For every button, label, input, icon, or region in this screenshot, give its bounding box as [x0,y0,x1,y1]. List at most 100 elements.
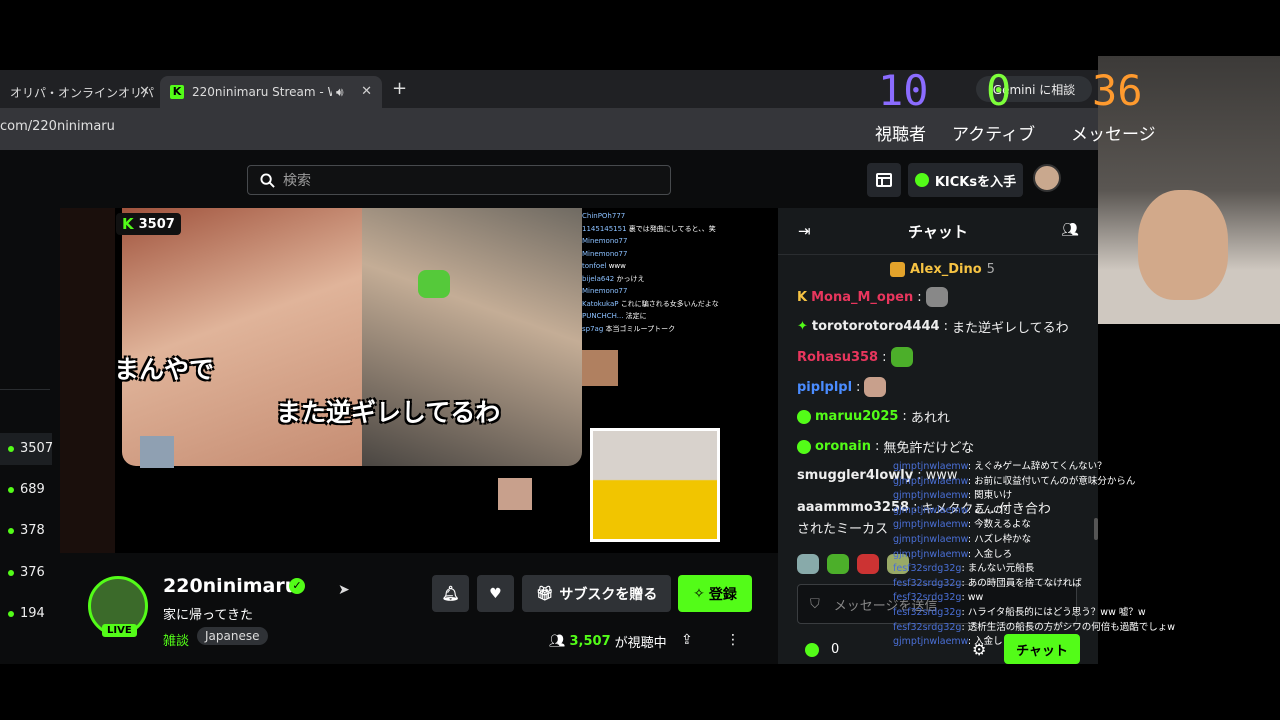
frog-emote-icon [890,347,913,367]
kicks-count: 0 [831,642,840,657]
live-dot-icon [8,527,14,534]
get-kicks-button[interactable]: KICKsを入手 [908,163,1023,197]
chat-username[interactable]: Mona_M_open [811,290,913,305]
overlay-chat-line: Minemono77 [582,237,628,245]
sidebar-channel-viewers[interactable]: 689 [8,482,45,497]
live-viewer-count: 3507 [138,216,175,232]
verified-badge-icon: ✓ [289,578,305,594]
chat-text: また逆ギレしてるわ [951,321,1069,336]
overlay-chat-line: Minemono77 [582,287,628,295]
overlay-comment: gjmptjnwlaemw: お前に収益付いてんのが意味分からん [893,475,1136,487]
chat-username[interactable]: Rohasu358 [797,350,878,365]
sidebar-channel-viewers[interactable]: 376 [8,565,45,580]
stat-viewers-value: 10 [878,66,929,115]
streamer-face [1138,190,1228,300]
speaker-icon[interactable]: 🔊︎ [336,85,344,100]
pinned-gifter: Alex_Dino 5 [890,262,995,277]
chat-users-icon[interactable]: 👥︎ [1061,222,1079,238]
sparkle-icon: ✧ [693,585,705,602]
address-bar[interactable]: com/220ninimaru [0,108,1098,150]
stat-messages-label: メッセージ [1071,125,1156,145]
stream-overlay-chat: ChinPOh777 1145145151 裏では発曲にしてると、、笑 Mine… [582,210,726,335]
search-icon [260,172,275,188]
notification-bell-button[interactable]: 🔔︎ [432,575,469,612]
sub-badge-icon [797,439,811,454]
viewer-count: 3507 [20,441,54,456]
gift-subscription-button[interactable]: 🎁︎ サブスクを贈る [522,575,671,612]
live-dot-icon [8,569,14,576]
sidebar-channel-viewers[interactable]: 3507 [8,441,53,456]
user-avatar[interactable] [1033,164,1061,192]
live-badge: LIVE [102,624,137,637]
shield-icon: ⛉ [810,596,820,612]
viewer-count-value: 3,507 [569,634,611,649]
face-emote-icon [864,377,887,397]
chat-message: Rohasu358: [797,347,913,367]
overlay-comment: gjmptjnwlaemw: 入金しろ [893,548,1013,560]
viewer-count: 689 [20,482,45,497]
overlay-comment: fesf32srdg32g: 透析生活の船長の方がシワの何倍も過酷でしょw [893,621,1175,633]
close-tab-icon[interactable]: ✕ [361,84,372,99]
pinned-user[interactable]: Alex_Dino [910,262,982,277]
overlay-chat-line: sp7ag 本当ゴミループトーク [582,324,676,333]
browser-tab-oripa[interactable]: オリパ・オンラインオリパ ✕ [0,76,160,108]
overlay-chat-line: Minemono77 [582,249,628,258]
search-input[interactable]: 検索 [247,165,671,195]
video-caption: また逆ギレしてるわ [276,398,501,427]
overlay-chat-line: bijela642 かっけえ [582,274,645,283]
more-options-icon[interactable]: ⋮ [726,632,740,648]
subscribe-button[interactable]: ✧ 登録 [678,575,752,612]
channel-name[interactable]: 220ninimaru [163,575,298,597]
chat-username[interactable]: oronain [815,439,871,454]
sidebar-channel-viewers[interactable]: 378 [8,523,45,538]
live-viewer-badge: K 3507 [116,213,181,235]
sidebar-channel-viewers[interactable]: 194 [8,606,45,621]
chat-message-continuation: されたミーカス [797,522,889,537]
chat-username[interactable]: torotorotoro4444 [812,319,940,334]
bell-icon: 🔔︎ [441,585,460,602]
chat-message: maruu2025: あれれ [797,407,950,426]
chat-message: piplplpl: [797,377,887,397]
overlay-comment: fesf32srdg32g: まんない元船長 [893,563,1035,575]
chat-message: K Mona_M_open: [797,287,948,307]
overlay-comment: gjmptjnwlaemw: あんの？ [893,504,1013,516]
close-tab-icon[interactable]: ✕ [139,84,150,99]
overlay-comment: gjmptjnwlaemw: 今数えるよな [893,519,1031,531]
new-tab-button[interactable]: + [392,78,407,99]
overlay-chat-line: 1145145151 裏では発曲にしてると、、笑 [582,224,716,233]
follow-heart-button[interactable]: ♥ [477,575,514,612]
chat-message: oronain: 無免許だけどな [797,437,974,456]
chat-username[interactable]: piplplpl [797,380,852,395]
language-tag[interactable]: Japanese [197,627,268,645]
get-kicks-label: KICKsを入手 [934,174,1017,190]
emote-icon[interactable] [857,554,879,574]
overlay-chat-line: PUNCHCH... 法定に [582,312,647,320]
heart-icon: ♥ [489,585,502,602]
viewer-count-suffix: が視聴中 [614,636,667,651]
video-caption: まんやで [114,355,215,384]
overlay-comment: fesf32srdg32g: ハライタ船長的にはどう思う？ww 嘘？w [893,606,1146,618]
kick-badge-icon: K [797,289,808,305]
sticker-face [140,436,174,468]
kicks-coin-icon [805,642,819,657]
browser-tab-stream[interactable]: K 220ninimaru Stream - Wa 🔊︎ ✕ [160,76,382,108]
chat-username[interactable]: maruu2025 [815,409,898,424]
live-dot-icon [8,486,14,493]
browser-tab-bar: オリパ・オンラインオリパ ✕ K 220ninimaru Stream - Wa… [0,70,1098,108]
overlay-comment: gjmptjnwlaemw: えぐみゲーム辞めてくんない？ [893,461,1107,472]
emote-icon[interactable] [797,554,819,574]
stat-active-value: 0 [986,66,1012,115]
emote-icon[interactable] [827,554,849,574]
tab-title: 220ninimaru Stream - Wa [192,85,332,99]
collapse-chat-icon[interactable]: ⇥ [798,222,811,240]
webcam-inset [590,428,720,542]
mouse-cursor-icon: ➤ [338,582,350,598]
viewer-count: 376 [20,565,45,580]
sidebar-divider [0,389,50,390]
share-icon[interactable]: ⇪ [681,632,693,648]
theater-mode-button[interactable] [867,163,901,197]
url-text[interactable]: com/220ninimaru [0,119,115,134]
sticker-face [582,350,618,386]
chat-message: ✦ torotorotoro4444: また逆ギレしてるわ [797,319,1069,336]
category-link[interactable]: 雑談 [163,630,189,649]
